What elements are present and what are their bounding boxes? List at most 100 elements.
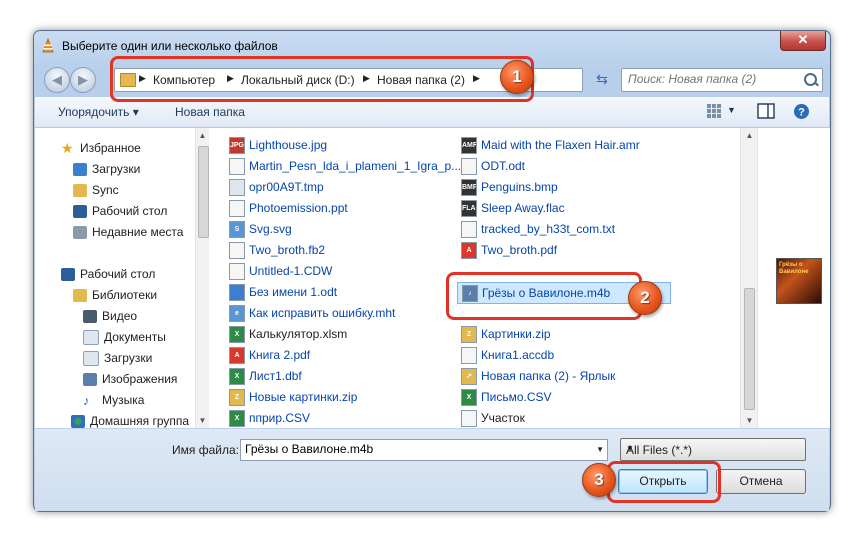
chevron-down-icon[interactable]: ▼ <box>626 444 800 453</box>
sidebar-item-downloads[interactable]: Загрузки <box>73 159 140 179</box>
step-badge-3: 3 <box>582 463 616 497</box>
view-options-icon[interactable] <box>706 103 722 119</box>
video-library-icon <box>83 310 97 324</box>
preview-pane: Грёзы о Вавилоне <box>757 128 830 428</box>
txt-file-icon <box>461 221 477 239</box>
dbf-file-icon: X <box>229 368 245 386</box>
forward-button[interactable]: ▶ <box>70 67 96 93</box>
scroll-down-icon[interactable]: ▼ <box>198 416 207 425</box>
zip-file-icon: Z <box>229 389 245 407</box>
file-item[interactable]: S Svg.svg <box>229 219 292 239</box>
mht-file-icon: e <box>229 305 245 323</box>
search-input[interactable] <box>622 69 804 89</box>
sidebar-item-libraries[interactable]: Библиотеки <box>73 285 157 305</box>
csv-file-icon: X <box>461 389 477 407</box>
file-item[interactable]: JPG Lighthouse.jpg <box>229 135 327 155</box>
sidebar-item-homegroup[interactable]: Домашняя группа <box>71 411 189 431</box>
fb2-file-icon <box>229 242 245 260</box>
file-list-scroll-thumb[interactable] <box>744 288 755 410</box>
downloads-folder-icon <box>73 163 87 177</box>
sidebar-scroll-thumb[interactable] <box>198 146 209 238</box>
file-item[interactable]: X Письмо.CSV <box>461 387 552 407</box>
file-item[interactable]: Martin_Pesn_lda_i_plameni_1_Igra_p... <box>229 156 461 176</box>
sidebar-item-video[interactable]: Видео <box>83 306 137 326</box>
vlc-cone-icon <box>42 38 54 53</box>
ppt-file-icon <box>229 200 245 218</box>
sidebar-item-pictures[interactable]: Изображения <box>83 369 177 389</box>
scroll-down-icon[interactable]: ▼ <box>745 416 754 425</box>
search-box[interactable] <box>621 68 823 92</box>
file-item[interactable]: Участок <box>461 408 525 428</box>
excel-file-icon: X <box>229 326 245 344</box>
file-item[interactable]: A Книга 2.pdf <box>229 345 310 365</box>
filename-label: Имя файла: <box>172 443 239 457</box>
generic-file-icon <box>461 410 477 428</box>
file-item[interactable]: BMP Penguins.bmp <box>461 177 558 197</box>
preview-pane-icon[interactable] <box>757 103 775 119</box>
file-item[interactable]: A Two_broth.pdf <box>461 240 557 260</box>
callout-frame-address-bar <box>110 56 534 102</box>
file-item[interactable]: Z Картинки.zip <box>461 324 551 344</box>
pdf-file-icon: A <box>229 347 245 365</box>
help-icon[interactable]: ? <box>793 103 810 120</box>
file-list-scrollbar[interactable]: ▲ ▼ <box>740 128 757 428</box>
view-dropdown-icon[interactable]: ▼ <box>727 105 736 115</box>
close-button[interactable]: ✕ <box>780 31 826 51</box>
sidebar-item-desktop-root[interactable]: Рабочий стол <box>61 264 155 284</box>
file-item[interactable]: tracked_by_h33t_com.txt <box>461 219 615 239</box>
new-folder-button[interactable]: Новая папка <box>175 105 245 119</box>
downloads-library-icon <box>83 351 99 367</box>
sidebar-item-downloads-lib[interactable]: Загрузки <box>83 348 152 368</box>
zip-file-icon: Z <box>461 326 477 344</box>
sidebar-item-music[interactable]: ♪ Музыка <box>83 390 144 410</box>
file-item[interactable]: FLACSleep Away.flac <box>461 198 565 218</box>
flac-file-icon: FLAC <box>461 200 477 218</box>
odt-file-icon <box>229 158 245 176</box>
file-item[interactable]: opr00A9T.tmp <box>229 177 324 197</box>
file-item[interactable]: Книга1.accdb <box>461 345 554 365</box>
file-item[interactable]: ↗ Новая папка (2) - Ярлык <box>461 366 615 386</box>
file-item[interactable]: Photoemission.ppt <box>229 198 348 218</box>
search-icon[interactable] <box>804 73 817 86</box>
back-button[interactable]: ◀ <box>44 67 70 93</box>
file-item[interactable]: Xпприр.CSV <box>229 408 310 428</box>
sidebar-item-sync[interactable]: Sync <box>73 180 119 200</box>
file-item[interactable]: Z Новые картинки.zip <box>229 387 357 407</box>
pictures-library-icon <box>83 373 97 387</box>
file-open-dialog: Выберите один или несколько файлов ✕ ◀ ▶… <box>33 30 831 512</box>
cdw-file-icon <box>229 263 245 281</box>
refresh-icon[interactable]: ⇆ <box>592 69 612 89</box>
chevron-down-icon[interactable]: ▼ <box>596 445 604 454</box>
filename-input[interactable] <box>241 440 589 458</box>
file-item[interactable]: e Как исправить ошибку.mht <box>229 303 395 323</box>
scroll-up-icon[interactable]: ▲ <box>745 131 754 140</box>
shortcut-icon: ↗ <box>461 368 477 386</box>
desktop-icon <box>73 205 87 219</box>
svg-text:?: ? <box>798 107 805 119</box>
odt-file-icon <box>229 284 245 302</box>
file-item[interactable]: X Калькулятор.xlsm <box>229 324 347 344</box>
file-item[interactable]: Untitled-1.CDW <box>229 261 332 281</box>
sidebar-item-desktop[interactable]: Рабочий стол <box>73 201 167 221</box>
callout-frame-selected-file <box>446 272 642 320</box>
filename-combobox[interactable]: ▼ <box>240 439 608 461</box>
bmp-file-icon: BMP <box>461 179 477 197</box>
audiobook-cover-thumbnail: Грёзы о Вавилоне <box>776 258 822 304</box>
sidebar-scrollbar[interactable]: ▲ ▼ <box>195 128 209 428</box>
folder-icon <box>73 184 87 198</box>
sidebar-item-recent-places[interactable]: Недавние места <box>73 222 183 242</box>
file-item[interactable]: X Лист1.dbf <box>229 366 302 386</box>
file-item[interactable]: ODT.odt <box>461 156 525 176</box>
file-type-filter[interactable]: All Files (*.*) ▼ <box>620 438 806 461</box>
file-item[interactable]: Two_broth.fb2 <box>229 240 325 260</box>
scroll-up-icon[interactable]: ▲ <box>198 131 207 140</box>
cancel-button[interactable]: Отмена <box>716 469 806 494</box>
step-badge-2: 2 <box>628 281 662 315</box>
file-item[interactable]: AMR Maid with the Flaxen Hair.amr <box>461 135 640 155</box>
navigation-pane: ★ Избранное Загрузки Sync Рабочий стол Не… <box>35 128 209 431</box>
file-item[interactable]: Без имени 1.odt <box>229 282 337 302</box>
organize-button[interactable]: Упорядочить ▾ <box>58 105 139 119</box>
amr-file-icon: AMR <box>461 137 477 155</box>
sidebar-item-favorites[interactable]: ★ Избранное <box>61 138 141 158</box>
sidebar-item-documents[interactable]: Документы <box>83 327 166 347</box>
